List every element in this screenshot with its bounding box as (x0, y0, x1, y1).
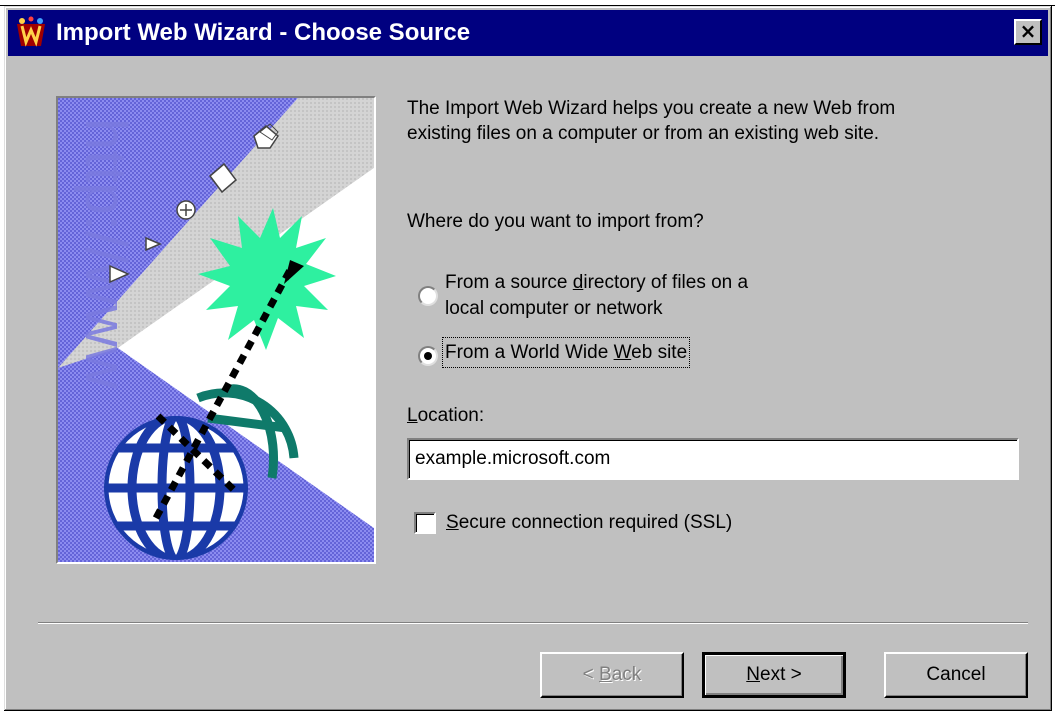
window-title: Import Web Wizard - Choose Source (56, 19, 471, 46)
back-button[interactable]: < Back (540, 652, 684, 698)
cancel-button[interactable]: Cancel (884, 652, 1028, 698)
radio-source-directory-label[interactable]: From a source directory of files on a (445, 270, 748, 295)
import-source-question: Where do you want to import from? (407, 211, 704, 232)
close-button[interactable]: × (1014, 19, 1042, 45)
radio-source-directory-label-line-2[interactable]: local computer or network (445, 296, 663, 321)
import-web-wizard-dialog: Import Web Wizard - Choose Source × http… (4, 6, 1052, 711)
title-bar[interactable]: Import Web Wizard - Choose Source × (8, 10, 1048, 56)
http-watermark: http://www (73, 118, 138, 390)
location-input[interactable]: example.microsoft.com (407, 438, 1019, 480)
frontpage-app-icon[interactable] (14, 16, 48, 50)
intro-text-line-2: existing files on a computer or from an … (407, 123, 880, 144)
radio-web-site-label[interactable]: From a World Wide Web site (441, 337, 691, 368)
ssl-checkbox[interactable] (414, 512, 436, 534)
wizard-illustration: http://www (56, 96, 376, 564)
radio-source-directory[interactable] (418, 286, 438, 306)
next-button[interactable]: Next > (702, 652, 846, 698)
wizard-art-svg: http://www (58, 98, 374, 562)
location-label: Location: (407, 405, 485, 426)
intro-text-line-1: The Import Web Wizard helps you create a… (407, 98, 896, 119)
button-separator-highlight (38, 623, 1028, 624)
ssl-checkbox-label[interactable]: Secure connection required (SSL) (446, 510, 732, 535)
radio-selected-dot (424, 352, 432, 360)
radio-web-site[interactable] (418, 346, 438, 366)
